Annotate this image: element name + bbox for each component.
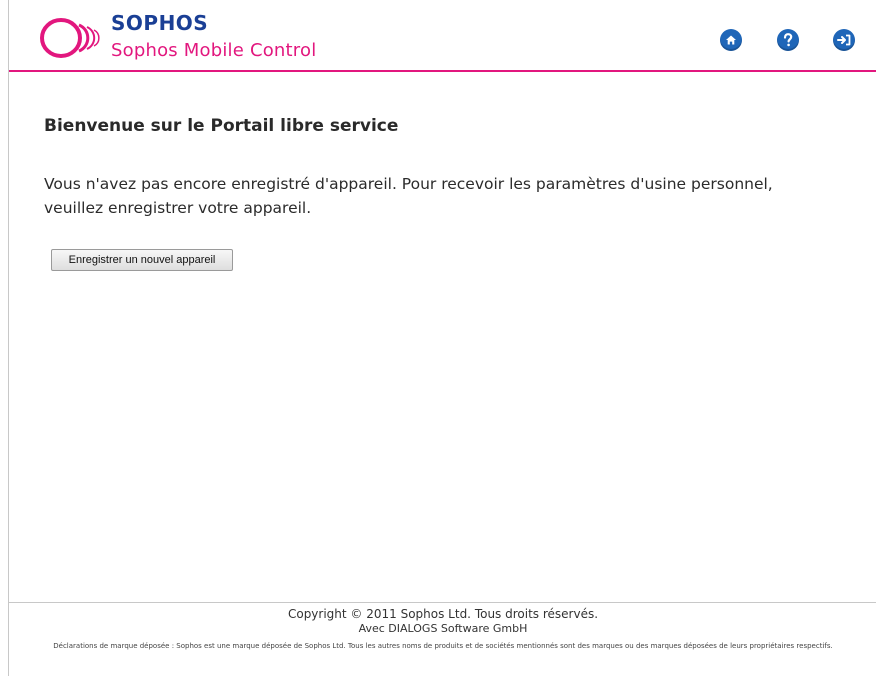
home-icon <box>725 34 737 46</box>
logout-button[interactable] <box>833 29 855 51</box>
portal-frame: SOPHOS Sophos Mobile Control Bienvenue s… <box>8 0 876 676</box>
trademark-notice: Déclarations de marque déposée : Sophos … <box>53 642 833 650</box>
register-device-button[interactable]: Enregistrer un nouvel appareil <box>51 249 233 271</box>
header: SOPHOS Sophos Mobile Control <box>9 0 876 72</box>
copyright-text: Copyright © 2011 Sophos Ltd. Tous droits… <box>287 607 599 621</box>
footer-divider <box>9 602 876 603</box>
help-button[interactable] <box>777 29 799 51</box>
partner-text: Avec DIALOGS Software GmbH <box>358 622 528 635</box>
product-name: Sophos Mobile Control <box>111 40 317 61</box>
logout-icon <box>837 34 851 46</box>
brand-name: SOPHOS <box>111 11 209 35</box>
home-button[interactable] <box>720 29 742 51</box>
sophos-logo-icon <box>39 18 101 62</box>
page-title: Bienvenue sur le Portail libre service <box>44 116 399 136</box>
help-icon <box>782 33 794 47</box>
no-device-message: Vous n'avez pas encore enregistré d'appa… <box>44 175 773 217</box>
